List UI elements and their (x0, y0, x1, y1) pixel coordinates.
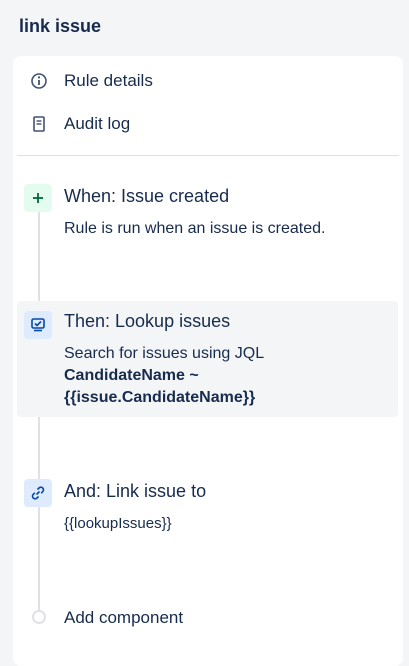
step-title: Then: Lookup issues (64, 311, 231, 331)
rule-panel: Rule details Audit log When: Issue creat… (13, 56, 403, 666)
action-step-link[interactable]: And: Link issue to {{lookupIssues}} (17, 471, 398, 541)
add-component-dot (32, 610, 46, 624)
jql-line-1: CandidateName ~ (64, 367, 199, 384)
action-step-lookup[interactable]: Then: Lookup issues Search for issues us… (17, 301, 398, 417)
add-component-button[interactable]: Add component (64, 608, 183, 628)
jql-intro: Search for issues using JQL (64, 345, 265, 362)
divider (17, 155, 399, 156)
plus-icon (24, 184, 52, 212)
step-description: {{lookupIssues}} (64, 515, 172, 532)
audit-log-label: Audit log (64, 114, 131, 133)
page-title: link issue (19, 16, 102, 36)
step-description: Rule is run when an issue is created. (64, 220, 326, 237)
lookup-icon (24, 311, 52, 339)
jql-line-2: {{issue.CandidateName}} (64, 389, 256, 406)
audit-log-link[interactable]: Audit log (30, 114, 130, 134)
rule-details-link[interactable]: Rule details (30, 71, 153, 91)
link-icon (24, 479, 52, 507)
step-title: When: Issue created (64, 186, 230, 206)
trigger-step[interactable]: When: Issue created Rule is run when an … (17, 174, 398, 244)
step-description: Search for issues using JQL CandidateNam… (64, 343, 264, 409)
rule-details-label: Rule details (64, 71, 153, 90)
step-title: And: Link issue to (64, 481, 207, 501)
info-icon (30, 72, 48, 90)
document-icon (30, 115, 48, 133)
